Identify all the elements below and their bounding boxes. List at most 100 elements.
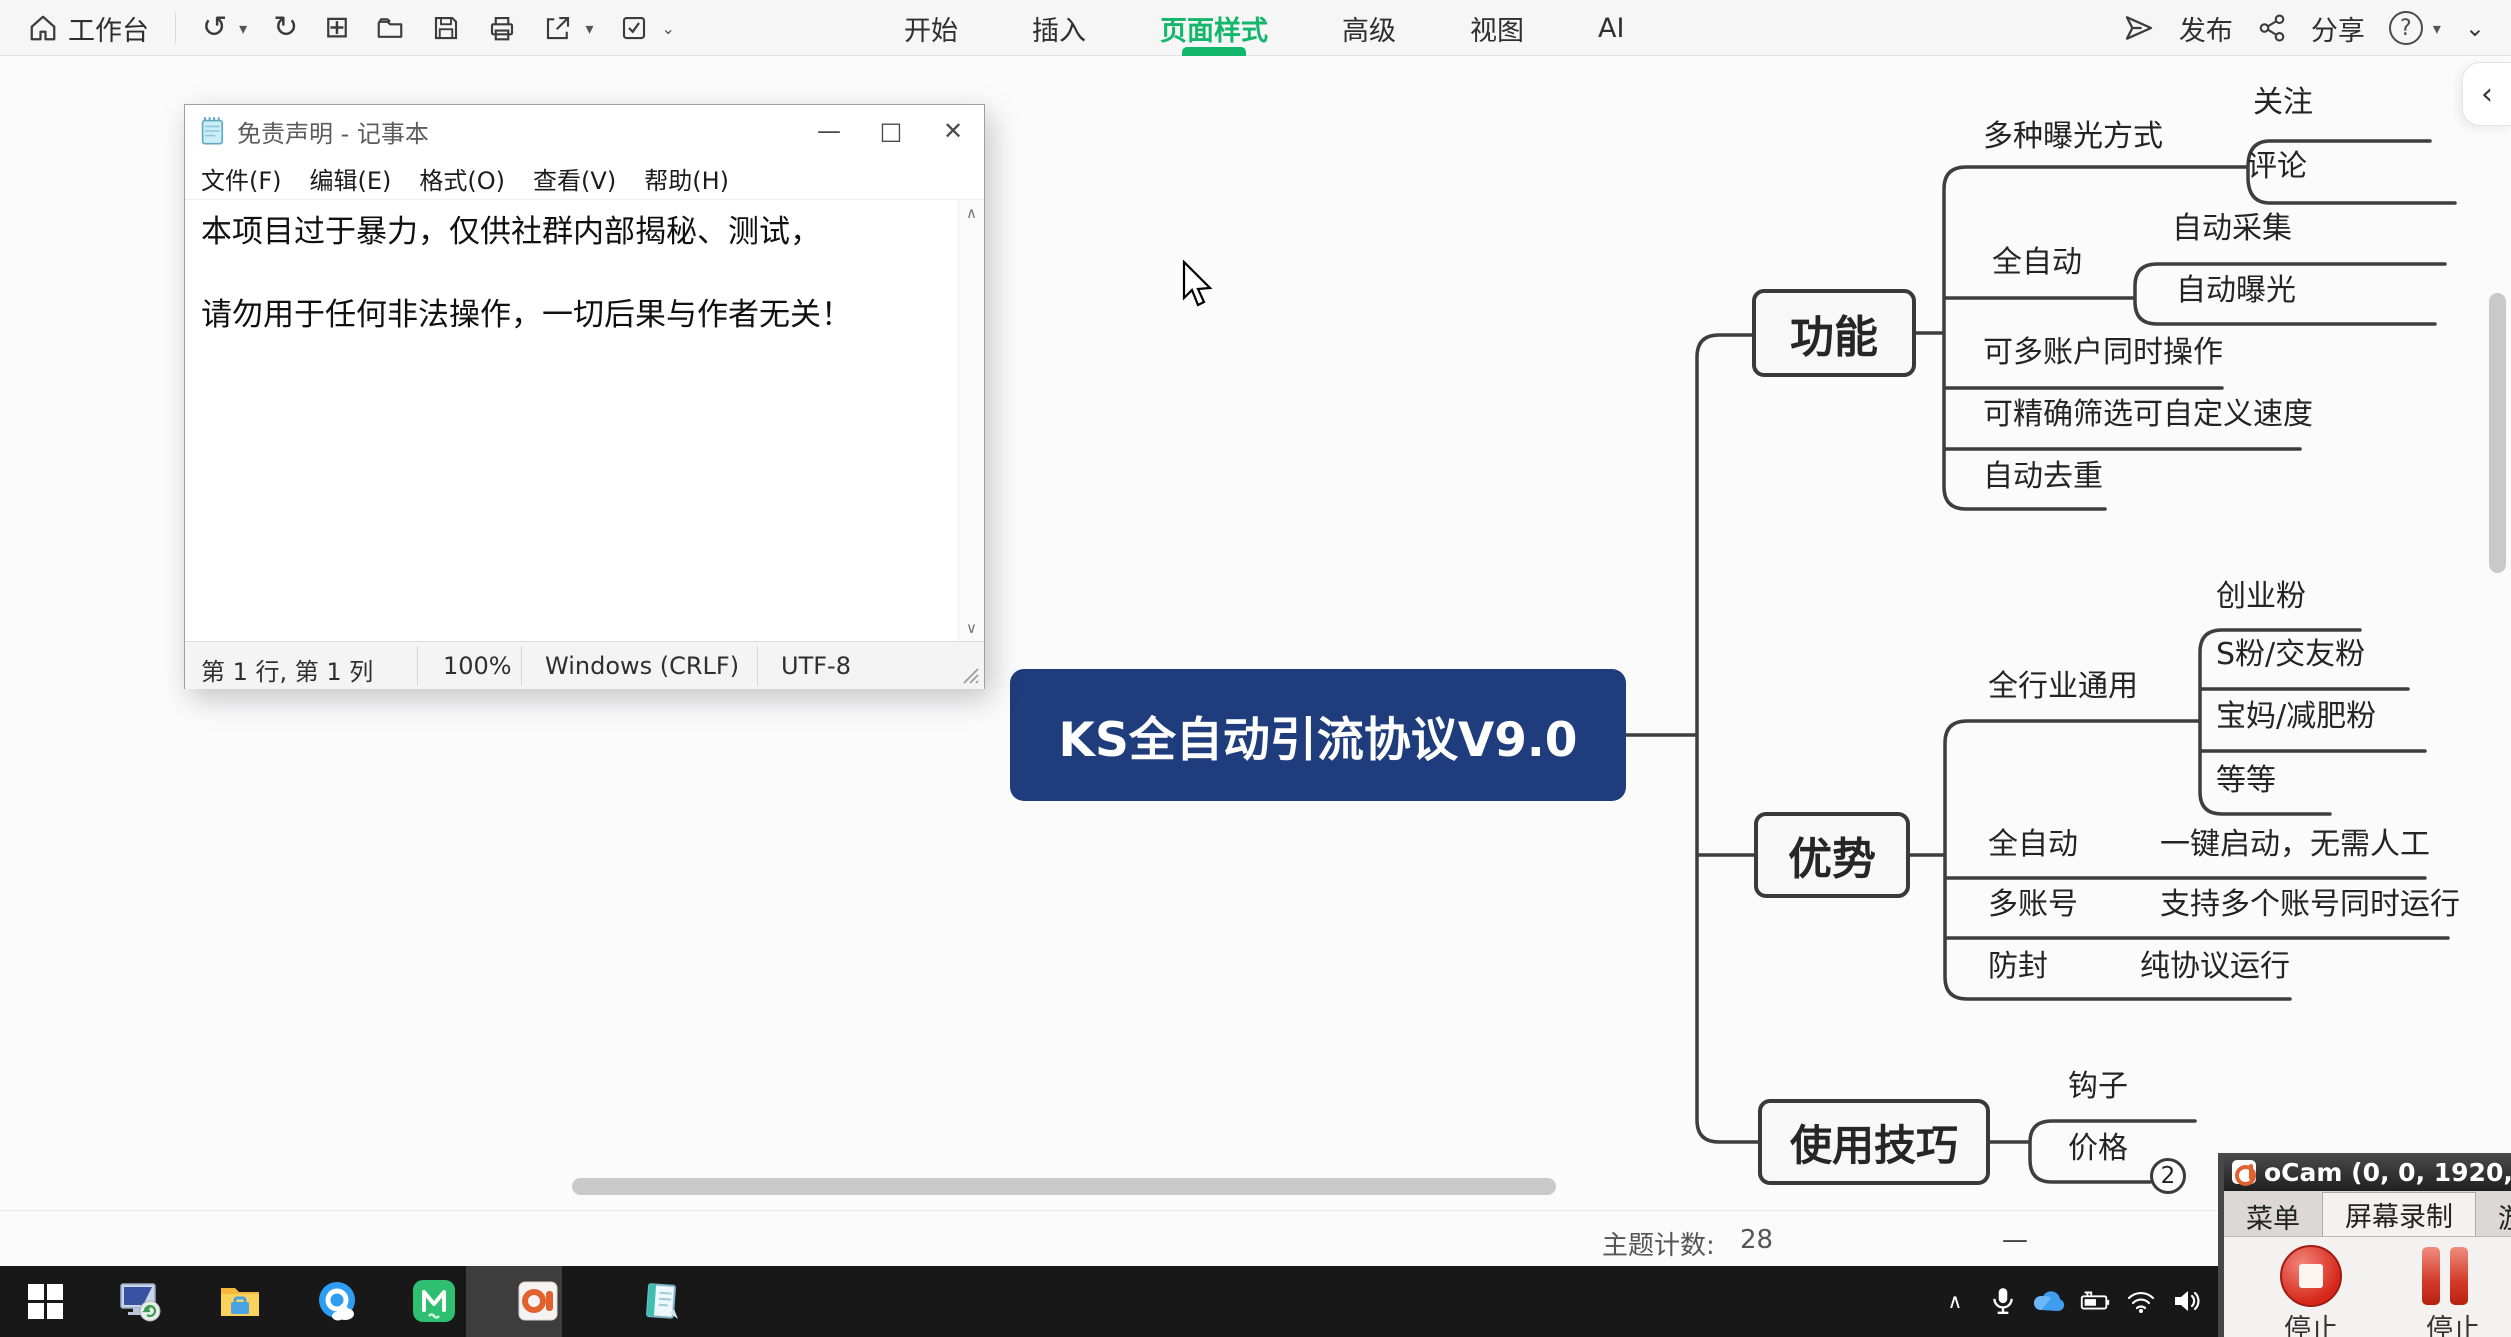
tray-microphone-icon[interactable]: [1986, 1284, 2020, 1318]
mindmap-topic[interactable]: S粉/交友粉: [2216, 638, 2365, 671]
mindmap-topic[interactable]: 支持多个账号同时运行: [2160, 888, 2460, 921]
mindmap-branch-advantages[interactable]: 优势: [1754, 812, 1910, 898]
notepad-maximize-button[interactable]: □: [860, 105, 922, 157]
notepad-menu-file[interactable]: 文件(F): [201, 161, 282, 196]
mindmap-topic[interactable]: 可多账户同时操作: [1983, 336, 2223, 369]
mindmap-branch-tips[interactable]: 使用技巧: [1758, 1099, 1990, 1185]
tab-page-style[interactable]: 页面样式: [1156, 0, 1272, 56]
new-file-icon[interactable]: ⊞: [324, 13, 349, 43]
mindmap-topic[interactable]: 防封: [1988, 950, 2048, 983]
taskbar-notepad-icon[interactable]: [638, 1277, 686, 1325]
notepad-minimize-button[interactable]: —: [798, 105, 860, 157]
help-button[interactable]: ?: [2389, 11, 2423, 45]
more-tools-chevron-icon[interactable]: ⌄: [661, 19, 674, 38]
tab-start-label: 开始: [904, 9, 958, 48]
notepad-menu-help[interactable]: 帮助(H): [644, 161, 729, 196]
tab-advanced[interactable]: 高级: [1338, 0, 1400, 56]
resize-grip-icon[interactable]: [962, 667, 980, 685]
mindmap-topic[interactable]: 自动采集: [2172, 212, 2292, 245]
tab-ai[interactable]: AI: [1594, 0, 1628, 56]
canvas-horizontal-scrollbar[interactable]: [572, 1178, 1556, 1195]
tray-cloud-icon[interactable]: [2032, 1284, 2066, 1318]
ocam-tab-screen-record[interactable]: 屏幕录制: [2322, 1192, 2476, 1236]
export-caret-icon[interactable]: ▾: [585, 19, 593, 38]
undo-icon[interactable]: ↺: [202, 13, 227, 43]
mindmap-topic[interactable]: 多账号: [1988, 888, 2078, 921]
mindmap-branch-features[interactable]: 功能: [1752, 289, 1916, 377]
mindmap-topic[interactable]: 可精确筛选可自定义速度: [1983, 398, 2313, 431]
mindmap-topic[interactable]: 创业粉: [2216, 580, 2306, 613]
ocam-tab-game[interactable]: 游戏: [2476, 1196, 2511, 1236]
tray-battery-icon[interactable]: [2078, 1284, 2112, 1318]
task-check-icon[interactable]: [619, 13, 649, 43]
notepad-menu-format[interactable]: 格式(O): [419, 161, 505, 196]
taskbar-remote-desktop-icon[interactable]: [116, 1277, 164, 1325]
undo-caret-icon[interactable]: ▾: [239, 19, 247, 38]
open-folder-icon[interactable]: [375, 13, 405, 43]
tab-advanced-label: 高级: [1342, 9, 1396, 48]
save-icon[interactable]: [431, 13, 461, 43]
mindmap-topic[interactable]: 价格: [2068, 1132, 2128, 1165]
help-caret-icon[interactable]: ▾: [2433, 19, 2441, 38]
mindmap-central-topic[interactable]: KS全自动引流协议V9.0: [1010, 669, 1626, 801]
notepad-menu-view[interactable]: 查看(V): [533, 161, 616, 196]
start-button[interactable]: [21, 1277, 69, 1325]
ocam-tab-menu[interactable]: 菜单: [2224, 1196, 2322, 1236]
mindmap-topic[interactable]: 全自动: [1992, 246, 2082, 279]
mindmap-topic[interactable]: 一键启动，无需人工: [2160, 828, 2430, 861]
print-icon[interactable]: [487, 13, 517, 43]
mindmap-topic[interactable]: 全自动: [1988, 828, 2078, 861]
tab-insert[interactable]: 插入: [1028, 0, 1090, 56]
share-button[interactable]: 分享: [2311, 9, 2365, 48]
share-icon[interactable]: [2257, 13, 2287, 43]
mindmap-topic[interactable]: 多种曝光方式: [1983, 120, 2163, 153]
export-icon[interactable]: [543, 13, 573, 43]
ribbon-tabs: 开始 插入 页面样式 高级 视图 AI: [900, 0, 1628, 56]
scroll-down-icon[interactable]: ∨: [966, 619, 977, 637]
notepad-close-button[interactable]: ✕: [922, 105, 984, 157]
zoom-out-button[interactable]: —: [2002, 1225, 2028, 1255]
mindmap-topic[interactable]: 自动去重: [1983, 460, 2103, 493]
mindmap-topic[interactable]: 自动曝光: [2176, 274, 2296, 307]
tab-start[interactable]: 开始: [900, 0, 962, 56]
taskbar-ocam-icon[interactable]: [514, 1277, 562, 1325]
publish-button[interactable]: 发布: [2179, 9, 2233, 48]
taskbar-file-explorer-icon[interactable]: [216, 1277, 264, 1325]
redo-icon[interactable]: ↻: [273, 13, 298, 43]
taskbar-qq-browser-icon[interactable]: [313, 1277, 361, 1325]
topic-count-value: 28: [1740, 1225, 1773, 1255]
mindmap-topic[interactable]: 全行业通用: [1988, 670, 2138, 703]
tray-volume-icon[interactable]: [2170, 1284, 2204, 1318]
mindmap-topic[interactable]: 宝妈/减肥粉: [2216, 700, 2376, 733]
mindmap-topic[interactable]: 钩子: [2068, 1070, 2128, 1103]
collapse-toolbar-icon[interactable]: ⌄: [2465, 16, 2485, 40]
tray-wifi-icon[interactable]: [2124, 1284, 2158, 1318]
publish-icon[interactable]: [2123, 12, 2155, 44]
stop-icon: [2299, 1264, 2323, 1288]
ocam-pause-button[interactable]: [2422, 1247, 2468, 1305]
mindmap-topic[interactable]: 关注: [2253, 86, 2313, 119]
scroll-up-icon[interactable]: ∧: [966, 204, 977, 222]
notepad-statusbar: 第 1 行, 第 1 列 100% Windows (CRLF) UTF-8: [185, 641, 984, 689]
tab-view[interactable]: 视图: [1466, 0, 1528, 56]
notepad-titlebar[interactable]: 免责声明 - 记事本 — □ ✕: [185, 105, 984, 157]
workspace-button[interactable]: 工作台: [28, 9, 149, 48]
notepad-text-area[interactable]: 本项目过于暴力，仅供社群内部揭秘、测试， 请勿用于任何非法操作，一切后果与作者无…: [185, 199, 984, 641]
tab-page-style-label: 页面样式: [1160, 9, 1268, 48]
ocam-titlebar[interactable]: oCam (0, 0, 1920, 1080): [2224, 1153, 2511, 1191]
mindmap-topic[interactable]: 等等: [2216, 764, 2276, 797]
zoom-status: 100%: [443, 652, 512, 680]
notepad-app-icon: [199, 116, 227, 146]
tray-show-hidden-icons[interactable]: ∧: [1938, 1284, 1972, 1318]
cursor-position-status: 第 1 行, 第 1 列: [201, 652, 373, 687]
ocam-stop-button[interactable]: [2280, 1245, 2342, 1307]
taskbar-mindmap-app-icon[interactable]: [410, 1277, 458, 1325]
collapsed-children-badge[interactable]: 2: [2150, 1158, 2186, 1194]
expand-side-panel-button[interactable]: ‹: [2462, 62, 2511, 126]
mindmap-topic[interactable]: 纯协议运行: [2140, 950, 2290, 983]
canvas-vertical-scrollbar[interactable]: [2489, 293, 2506, 573]
ocam-tabs: 菜单 屏幕录制 游戏: [2224, 1191, 2511, 1237]
notepad-scrollbar[interactable]: ∧ ∨: [958, 200, 984, 641]
mindmap-topic[interactable]: 评论: [2247, 150, 2307, 183]
notepad-menu-edit[interactable]: 编辑(E): [310, 161, 392, 196]
